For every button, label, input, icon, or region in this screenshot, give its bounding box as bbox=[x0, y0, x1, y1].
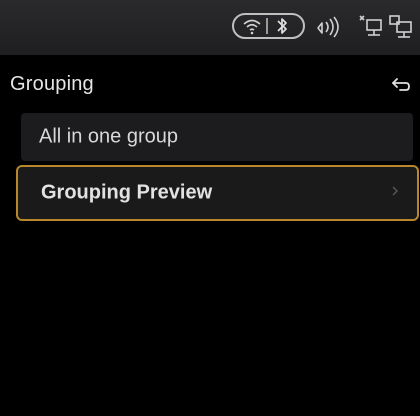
page-title: Grouping bbox=[10, 73, 94, 95]
device-screen: Grouping All in one group Grouping Previ… bbox=[0, 0, 420, 416]
bluetooth-icon bbox=[275, 16, 289, 41]
connectivity-indicator bbox=[232, 13, 305, 39]
network-disconnected-icon bbox=[358, 14, 384, 45]
chevron-right-icon bbox=[391, 184, 399, 202]
menu-item-all-in-one-group[interactable]: All in one group bbox=[21, 113, 413, 161]
sound-icon bbox=[316, 16, 342, 43]
menu-item-grouping-preview[interactable]: Grouping Preview bbox=[16, 165, 419, 221]
menu-item-label: All in one group bbox=[39, 125, 178, 148]
menu-item-label: Grouping Preview bbox=[41, 181, 213, 204]
connectivity-divider bbox=[266, 18, 268, 34]
status-bar bbox=[0, 0, 420, 55]
page-header: Grouping bbox=[0, 55, 420, 115]
wifi-icon bbox=[242, 17, 262, 40]
back-arrow-icon[interactable] bbox=[392, 78, 410, 97]
network-icon bbox=[389, 14, 415, 45]
